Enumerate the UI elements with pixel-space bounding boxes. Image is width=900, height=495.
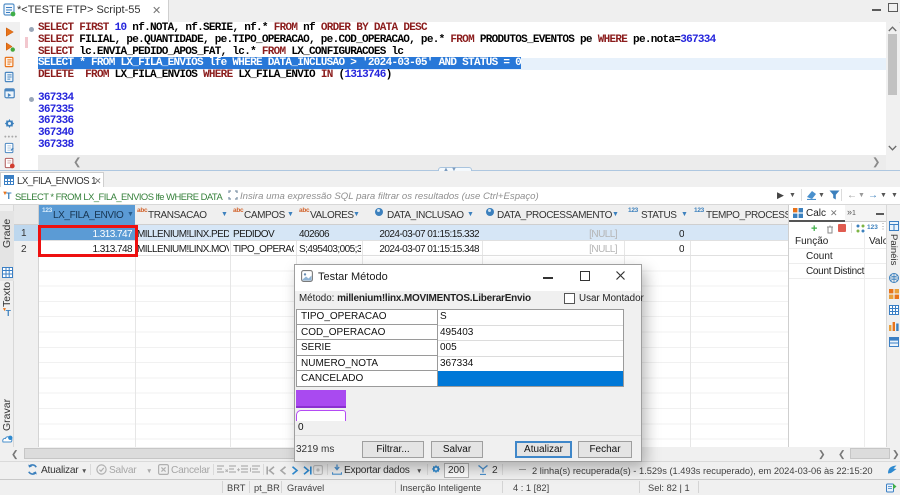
- svg-text:T: T: [6, 191, 12, 201]
- svg-text:T: T: [6, 308, 12, 317]
